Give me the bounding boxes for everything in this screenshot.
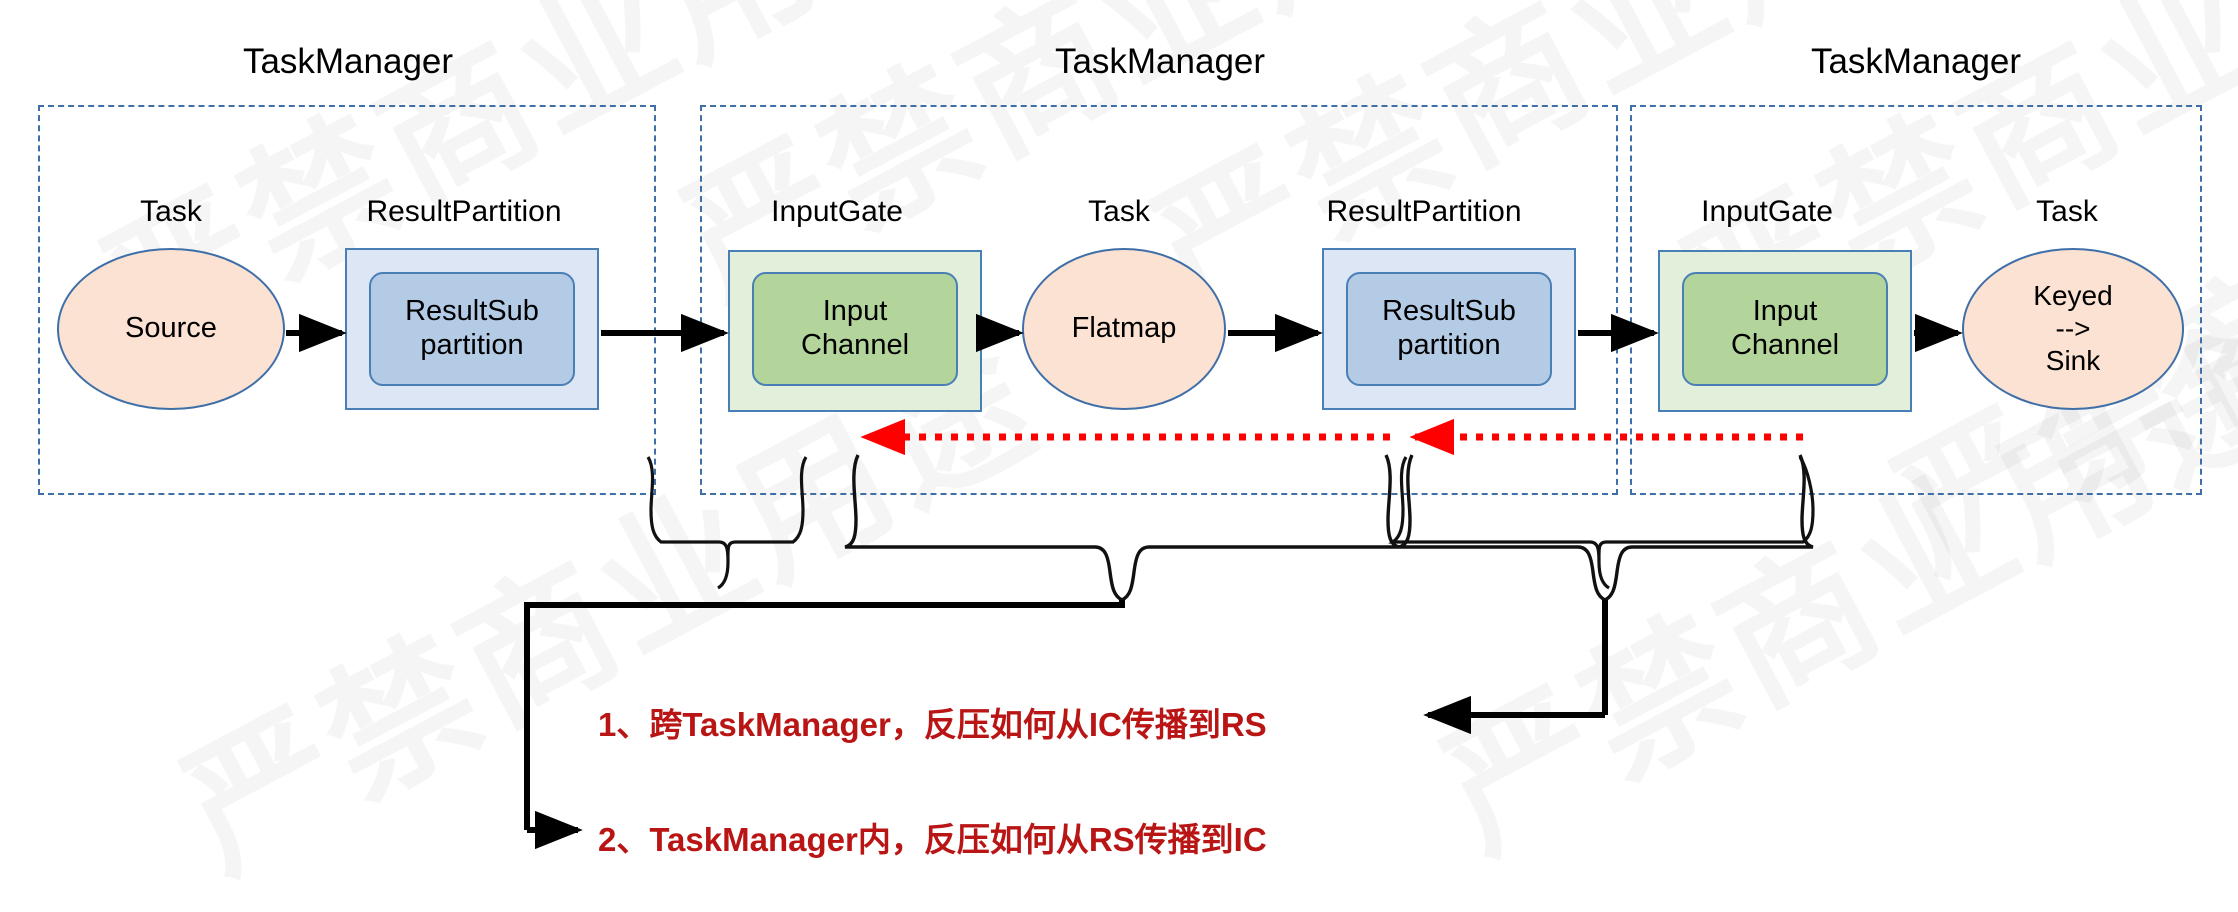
source-label: Source [125,312,217,345]
keyed-sink-ellipse[interactable]: Keyed --> Sink [1962,248,2184,410]
resultsubpartition-2-label: ResultSub partition [1382,295,1516,362]
caption-inputgate-2: InputGate [771,195,903,228]
caption-task-3: Task [2036,195,2098,228]
inputchannel-3[interactable]: Input Channel [1682,272,1888,386]
inputchannel-2[interactable]: Input Channel [752,272,958,386]
flatmap-label: Flatmap [1071,312,1177,345]
rs2-line-2: partition [1397,329,1501,361]
resultsubpartition-2[interactable]: ResultSub partition [1346,272,1552,386]
keyed-line-1: Keyed [2033,280,2113,312]
resultsubpartition-1[interactable]: ResultSub partition [369,272,575,386]
rs-line-1: ResultSub [405,295,539,328]
diagram-canvas: 严禁商业用途 严禁商业用途 严禁商业用途 严禁商业用途 严禁商业用途 严禁商业用… [0,0,2238,892]
source-ellipse[interactable]: Source [57,248,285,410]
note-2-text: 2、TaskManager内，反压如何从RS传播到IC [598,821,1267,858]
rs-line-2: partition [420,329,524,361]
note-1-text: 1、跨TaskManager，反压如何从IC传播到RS [598,706,1267,743]
keyed-line-3: Sink [2045,345,2101,377]
ic2-line-1: Input [822,295,888,328]
ic3-line-2: Channel [1730,329,1840,361]
taskmanager-1-title: TaskManager [242,42,454,81]
inputchannel-2-label: Input Channel [801,295,909,362]
caption-resultpartition-2: ResultPartition [1326,195,1522,228]
caption-task-2: Task [1088,195,1150,228]
inputchannel-3-label: Input Channel [1731,295,1839,362]
taskmanager-3-title: TaskManager [1810,42,2022,81]
keyed-sink-label: Keyed --> Sink [2033,280,2112,377]
resultsubpartition-1-label: ResultSub partition [405,295,539,362]
keyed-line-2: --> [2055,312,2091,344]
connector-to-note-1 [1423,600,1608,735]
ic2-line-2: Channel [800,329,910,361]
taskmanager-2-title: TaskManager [1054,42,1266,81]
caption-resultpartition-1: ResultPartition [366,195,562,228]
caption-task-1: Task [140,195,202,228]
ic3-line-1: Input [1752,295,1818,328]
flatmap-ellipse[interactable]: Flatmap [1022,248,1226,410]
caption-inputgate-3: InputGate [1701,195,1833,228]
rs2-line-1: ResultSub [1382,295,1516,328]
